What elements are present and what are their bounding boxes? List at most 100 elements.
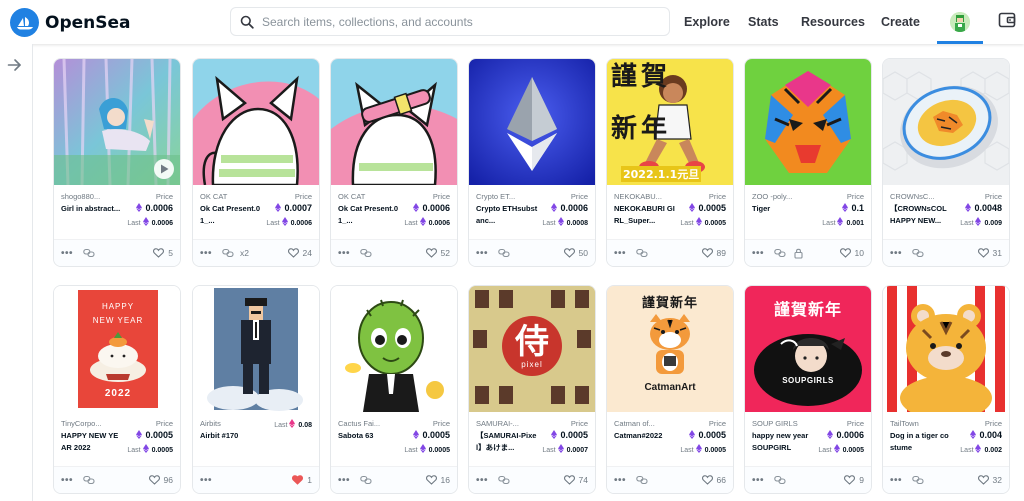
link-icon[interactable] xyxy=(83,248,95,258)
nft-card[interactable]: 謹賀新年 CatmanArt Catman of... Price Catman… xyxy=(606,285,734,494)
nft-card[interactable]: 侍 pixel SAMURAI-... Price 【SAMURAI-Pixel… xyxy=(468,285,596,494)
nft-image[interactable]: 謹賀新年 SOUPGIRLS xyxy=(745,286,871,412)
more-options-icon[interactable]: ••• xyxy=(338,248,350,259)
link-icon[interactable] xyxy=(83,475,95,485)
more-options-icon[interactable]: ••• xyxy=(200,475,212,486)
more-options-icon[interactable]: ••• xyxy=(200,248,212,259)
nft-card[interactable]: TailTown Price Dog in a tiger costume 0.… xyxy=(882,285,1010,494)
collection-name[interactable]: TailTown xyxy=(890,419,952,428)
more-options-icon[interactable]: ••• xyxy=(614,475,626,486)
favorite-button[interactable]: 5 xyxy=(153,248,173,258)
nav-explore[interactable]: Explore xyxy=(684,0,730,44)
item-name[interactable]: Sabota 63 xyxy=(338,430,400,442)
more-options-icon[interactable]: ••• xyxy=(476,475,488,486)
collection-name[interactable]: NEKOKABU... xyxy=(614,192,676,201)
nft-image[interactable]: 謹賀新年 CatmanArt xyxy=(607,286,733,412)
link-icon[interactable] xyxy=(636,475,648,485)
collection-name[interactable]: TinyCorpo... xyxy=(61,419,123,428)
item-name[interactable]: Tiger xyxy=(752,203,814,215)
favorite-button[interactable]: 52 xyxy=(425,248,450,258)
item-name[interactable]: happy new year SOUPGIRL xyxy=(752,430,814,454)
link-icon[interactable] xyxy=(498,248,510,258)
favorite-button[interactable]: 50 xyxy=(563,248,588,258)
collection-name[interactable]: ZOO -poly... xyxy=(752,192,814,201)
collection-name[interactable]: Cactus Fai... xyxy=(338,419,400,428)
item-name[interactable]: Dog in a tiger costume xyxy=(890,430,952,454)
account-menu[interactable] xyxy=(937,0,983,44)
expand-sidebar-arrow-icon[interactable] xyxy=(7,58,22,77)
favorite-button[interactable]: 32 xyxy=(977,475,1002,485)
link-icon[interactable] xyxy=(774,248,786,258)
favorite-button[interactable]: 24 xyxy=(287,248,312,258)
favorite-button[interactable]: 66 xyxy=(701,475,726,485)
collection-name[interactable]: OK CAT xyxy=(200,192,262,201)
favorite-button[interactable]: 31 xyxy=(977,248,1002,258)
item-name[interactable]: Catman#2022 xyxy=(614,430,676,442)
favorite-button[interactable]: 9 xyxy=(844,475,864,485)
favorite-button[interactable]: 10 xyxy=(839,248,864,258)
more-options-icon[interactable]: ••• xyxy=(476,248,488,259)
nft-card[interactable]: CROWNsC... Price 【CROWNsCOL HAPPY NEW...… xyxy=(882,58,1010,267)
collection-name[interactable]: SOUP GIRLS xyxy=(752,419,814,428)
nft-card[interactable]: ZOO -poly... Price Tiger 0.1 Last 0.001 … xyxy=(744,58,872,267)
nft-image[interactable]: 侍 pixel xyxy=(469,286,595,412)
collection-name[interactable]: OK CAT xyxy=(338,192,400,201)
nft-card[interactable]: OK CAT Price Ok Cat Present.01_... 0.000… xyxy=(192,58,320,267)
favorite-button[interactable]: 16 xyxy=(425,475,450,485)
favorite-button[interactable]: 96 xyxy=(148,475,173,485)
more-options-icon[interactable]: ••• xyxy=(752,248,764,259)
nft-card[interactable]: 謹賀新年 SOUPGIRLS SOUP GIRLS Price happy ne… xyxy=(744,285,872,494)
item-name[interactable]: Girl in abstract... xyxy=(61,203,123,215)
search-bar[interactable] xyxy=(230,7,670,36)
link-icon[interactable] xyxy=(912,475,924,485)
link-icon[interactable] xyxy=(498,475,510,485)
nft-card[interactable]: HAPPY NEW YEAR 2022 TinyCorpo... Price H… xyxy=(53,285,181,494)
link-icon[interactable] xyxy=(222,248,234,258)
nft-image[interactable] xyxy=(745,59,871,185)
link-icon[interactable] xyxy=(636,248,648,258)
nft-image[interactable] xyxy=(883,59,1009,185)
collection-name[interactable]: Crypto ET... xyxy=(476,192,538,201)
more-options-icon[interactable]: ••• xyxy=(338,475,350,486)
item-name[interactable]: HAPPY NEW YEAR 2022 xyxy=(61,430,123,454)
nft-image[interactable]: 謹賀 新年 2022.1.1元旦 xyxy=(607,59,733,185)
opensea-logo[interactable]: OpenSea xyxy=(10,8,131,37)
item-name[interactable]: Ok Cat Present.01_... xyxy=(338,203,400,227)
collection-name[interactable]: CROWNsC... xyxy=(890,192,952,201)
more-options-icon[interactable]: ••• xyxy=(752,475,764,486)
favorite-button[interactable]: 1 xyxy=(292,475,312,485)
collection-name[interactable]: SAMURAI-... xyxy=(476,419,538,428)
nft-image[interactable] xyxy=(193,59,319,185)
item-name[interactable]: 【CROWNsCOL HAPPY NEW... xyxy=(890,203,952,227)
nft-image[interactable] xyxy=(331,286,457,412)
nft-image[interactable] xyxy=(193,286,319,412)
item-name[interactable]: Ok Cat Present.01_... xyxy=(200,203,262,227)
nav-create[interactable]: Create xyxy=(881,0,920,44)
favorite-button[interactable]: 74 xyxy=(563,475,588,485)
more-options-icon[interactable]: ••• xyxy=(61,475,73,486)
item-name[interactable]: NEKOKABURI GIRL_Super... xyxy=(614,203,676,227)
item-name[interactable]: 【SAMURAI-Pixel】あけま... xyxy=(476,430,538,454)
nft-card[interactable]: 謹賀 新年 2022.1.1元旦 NEKOKABU... Price NEKOK… xyxy=(606,58,734,267)
nft-image[interactable] xyxy=(469,59,595,185)
collection-name[interactable]: Catman of... xyxy=(614,419,676,428)
nft-card[interactable]: Airbits Last 0.08 Airbit #170 ••• 1 xyxy=(192,285,320,494)
nft-card[interactable]: Cactus Fai... Price Sabota 63 0.0005 Las… xyxy=(330,285,458,494)
nft-card[interactable]: OK CAT Price Ok Cat Present.01_... 0.000… xyxy=(330,58,458,267)
nft-image[interactable] xyxy=(883,286,1009,412)
item-name[interactable]: Crypto ETHsubstanc... xyxy=(476,203,538,227)
more-options-icon[interactable]: ••• xyxy=(890,475,902,486)
nav-stats[interactable]: Stats xyxy=(748,0,779,44)
collection-name[interactable]: Airbits xyxy=(200,419,262,428)
nav-resources[interactable]: Resources xyxy=(801,0,865,44)
item-name[interactable]: Airbit #170 xyxy=(200,430,262,442)
nft-image[interactable]: HAPPY NEW YEAR 2022 xyxy=(54,286,180,412)
more-options-icon[interactable]: ••• xyxy=(61,248,73,259)
link-icon[interactable] xyxy=(774,475,786,485)
nft-card[interactable]: Crypto ET... Price Crypto ETHsubstanc...… xyxy=(468,58,596,267)
favorite-button[interactable]: 89 xyxy=(701,248,726,258)
nft-image[interactable] xyxy=(331,59,457,185)
more-options-icon[interactable]: ••• xyxy=(890,248,902,259)
more-options-icon[interactable]: ••• xyxy=(614,248,626,259)
nft-image[interactable] xyxy=(54,59,180,185)
